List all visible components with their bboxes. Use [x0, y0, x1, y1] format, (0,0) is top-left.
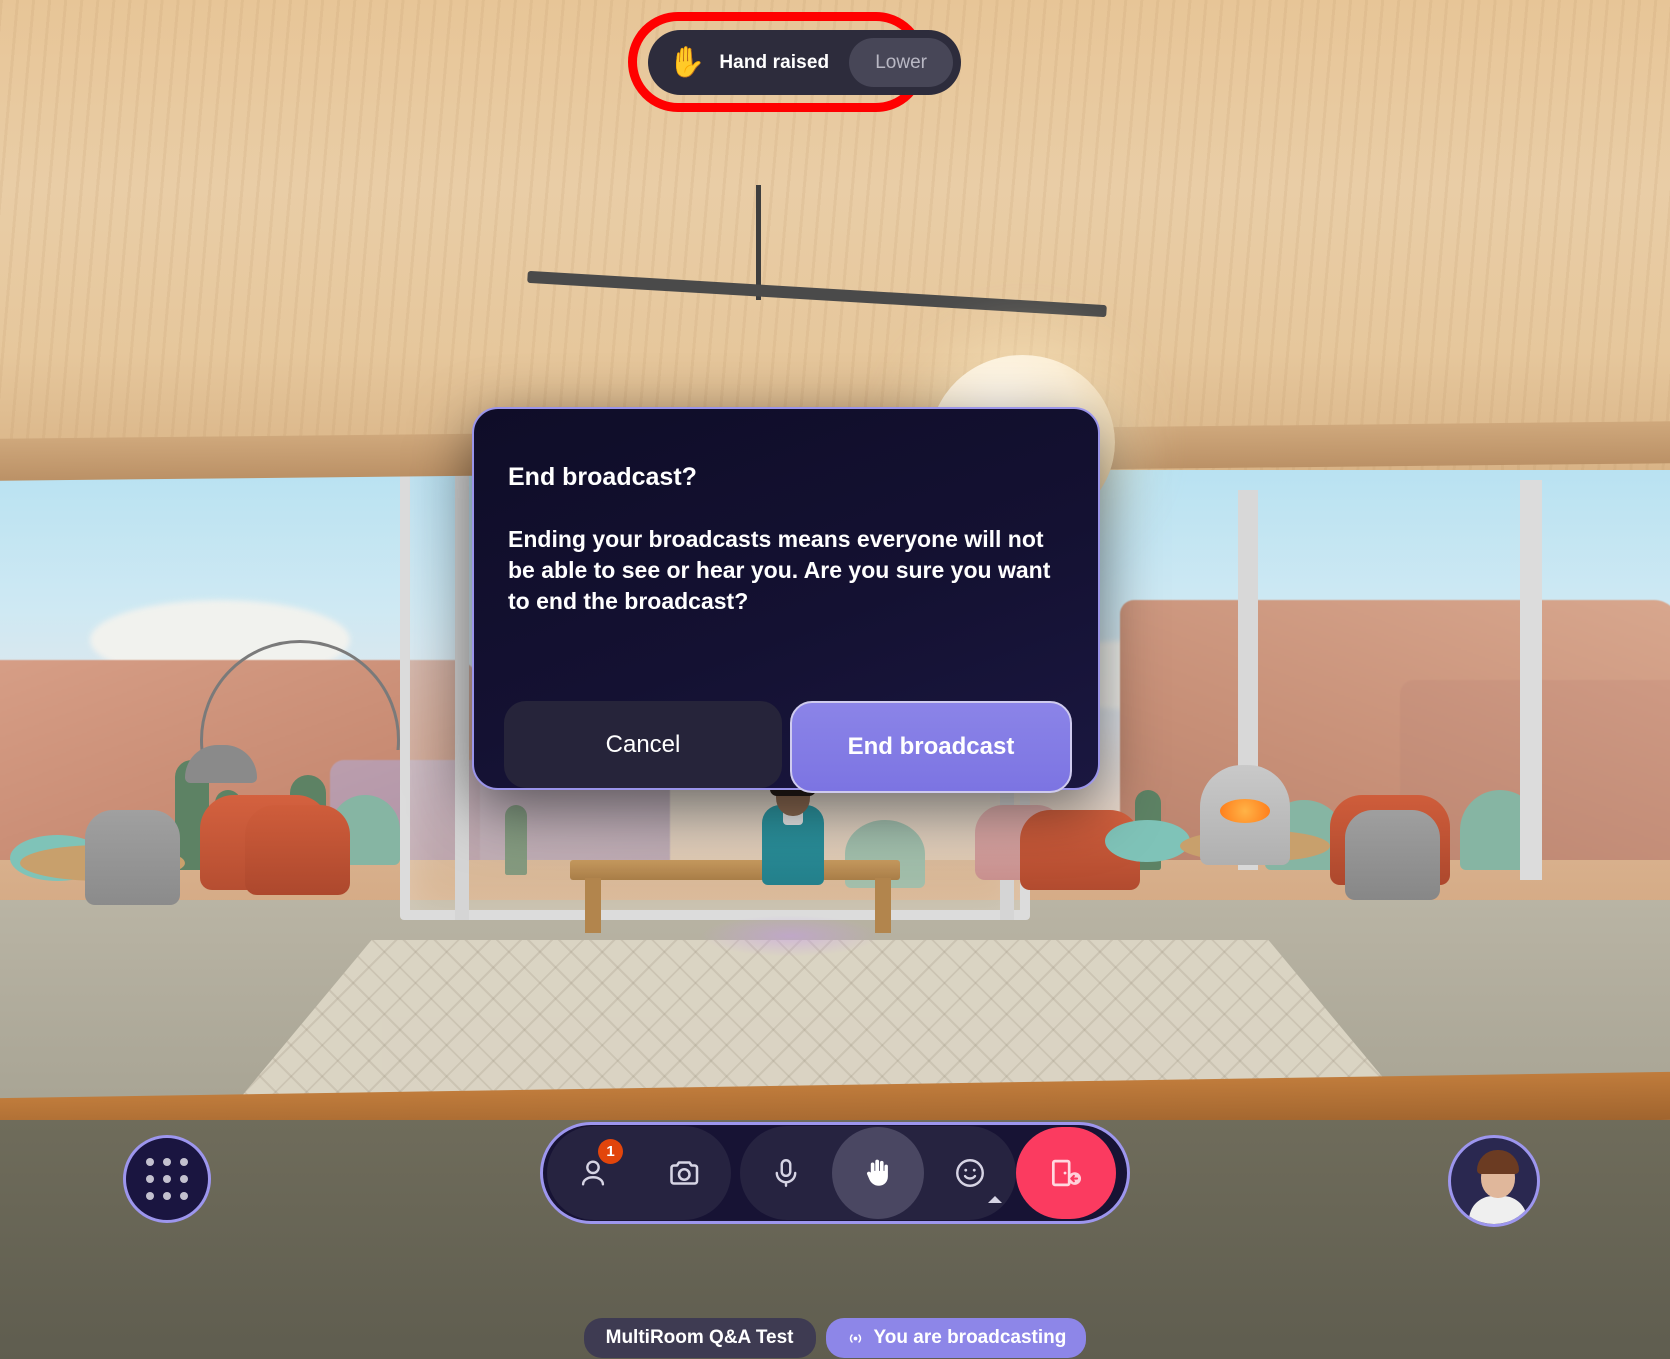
- raise-hand-button[interactable]: [832, 1127, 924, 1219]
- avatar-hair: [1477, 1150, 1519, 1174]
- apps-grid-button[interactable]: [123, 1135, 211, 1223]
- dialog-body-text: Ending your broadcasts means everyone wi…: [508, 526, 1051, 615]
- participants-button[interactable]: 1: [547, 1127, 639, 1219]
- participants-count-badge: 1: [598, 1139, 623, 1164]
- ottoman: [1105, 820, 1190, 862]
- cancel-button[interactable]: Cancel: [504, 701, 782, 788]
- microphone-icon: [775, 1159, 797, 1187]
- leave-meeting-button[interactable]: [1016, 1127, 1116, 1219]
- camera-button[interactable]: [639, 1127, 731, 1219]
- broadcast-status-label: You are broadcasting: [873, 1327, 1067, 1348]
- fireplace: [1200, 765, 1290, 865]
- armchair: [1345, 810, 1440, 900]
- raised-hand-icon: ✋: [668, 45, 706, 79]
- reactions-button[interactable]: [924, 1127, 1016, 1219]
- smiley-icon: [956, 1159, 984, 1187]
- bottom-status-bar: MultiRoom Q&A Test You are broadcasting: [0, 1318, 1670, 1358]
- lower-hand-button[interactable]: Lower: [849, 38, 953, 87]
- bench-leg: [875, 878, 891, 933]
- grid-dots-icon: [146, 1158, 188, 1200]
- pendant-lamp-rod: [756, 185, 761, 300]
- raised-hand-icon: [867, 1159, 888, 1186]
- room-name-chip: MultiRoom Q&A Test: [583, 1318, 816, 1358]
- broadcast-status-chip: You are broadcasting: [825, 1318, 1087, 1358]
- main-toolbar: 1: [540, 1122, 1130, 1224]
- armchair: [245, 805, 350, 895]
- hand-raised-label: Hand raised: [719, 51, 830, 73]
- microphone-button[interactable]: [740, 1127, 832, 1219]
- dialog-title: End broadcast?: [508, 463, 697, 491]
- camera-icon: [670, 1161, 699, 1185]
- leave-door-icon: [1051, 1159, 1082, 1187]
- broadcast-icon: [849, 1333, 861, 1343]
- self-avatar-button[interactable]: [1448, 1135, 1540, 1227]
- avatar-floor-glow: [700, 915, 880, 957]
- dialog-actions: Cancel End broadcast: [504, 701, 1072, 793]
- toolbar-group-interaction: [740, 1126, 1016, 1220]
- bench-leg: [585, 878, 601, 933]
- bench: [570, 860, 900, 880]
- hand-raised-notification: ✋ Hand raised Lower: [648, 30, 961, 95]
- chevron-up-icon: [988, 1196, 1002, 1203]
- avatar-body: [1469, 1196, 1527, 1224]
- pavilion-post: [1520, 480, 1542, 880]
- end-broadcast-dialog: End broadcast? Ending your broadcasts me…: [472, 407, 1100, 793]
- toolbar-group-media: 1: [547, 1126, 731, 1220]
- armchair: [85, 810, 180, 905]
- end-broadcast-confirm-button[interactable]: End broadcast: [790, 701, 1072, 793]
